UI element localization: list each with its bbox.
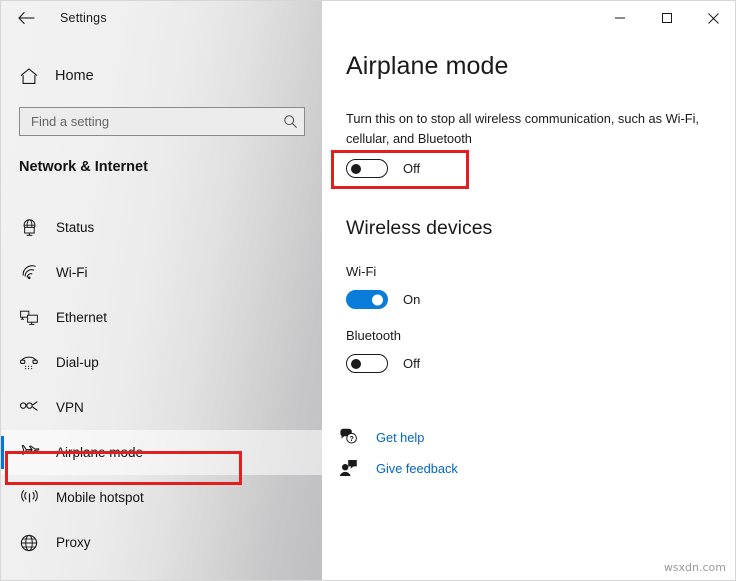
sidebar-item-dialup[interactable]: Dial-up [1,340,322,385]
get-help-link[interactable]: ? Get help [339,428,424,446]
maximize-button[interactable] [643,1,690,35]
close-icon [707,12,720,25]
bluetooth-state-label: Off [403,356,420,371]
back-button[interactable] [4,2,48,34]
back-arrow-icon [18,11,35,25]
vpn-icon [7,399,51,416]
airplane-mode-toggle[interactable] [346,159,388,178]
sidebar-item-airplane-mode[interactable]: Airplane mode [1,430,322,475]
search-input[interactable]: Find a setting [31,114,276,129]
airplane-mode-toggle-row: Off [346,159,420,178]
airplane-mode-state-label: Off [403,161,420,176]
sidebar-item-label: Airplane mode [56,445,143,460]
sidebar-item-wifi[interactable]: Wi-Fi [1,250,322,295]
wireless-devices-heading: Wireless devices [346,217,492,240]
feedback-person-icon [339,459,365,477]
watermark: wsxdn.com [664,561,726,574]
ethernet-icon [7,308,51,327]
sidebar-item-mobile-hotspot[interactable]: Mobile hotspot [1,475,322,520]
sidebar-item-label: Wi-Fi [56,265,87,280]
search-icon [276,114,304,129]
sidebar-item-ethernet[interactable]: Ethernet [1,295,322,340]
window-controls [596,1,736,35]
status-globe-icon [7,218,51,237]
help-bubble-icon: ? [339,428,365,446]
sidebar-item-vpn[interactable]: VPN [1,385,322,430]
wifi-toggle[interactable] [346,290,388,309]
give-feedback-label: Give feedback [376,461,458,476]
home-icon [7,67,51,86]
page-description: Turn this on to stop all wireless commun… [346,109,721,149]
sidebar-item-label: VPN [56,400,84,415]
toggle-knob [372,294,383,305]
proxy-globe-icon [7,533,51,553]
sidebar-category-title: Network & Internet [19,159,148,175]
wifi-device-label: Wi-Fi [346,264,376,279]
sidebar-item-label: Status [56,220,94,235]
bluetooth-toggle[interactable] [346,354,388,373]
minimize-icon [614,12,626,24]
settings-window: Settings [0,0,736,581]
bluetooth-device-label: Bluetooth [346,328,401,343]
toggle-knob [351,359,361,369]
minimize-button[interactable] [596,1,643,35]
page-title: Airplane mode [346,52,509,81]
bluetooth-toggle-row: Off [346,354,420,373]
hotspot-icon [7,488,51,507]
wifi-icon [7,263,51,282]
main-content: Airplane mode Turn this on to stop all w… [323,1,736,580]
sidebar-item-label: Mobile hotspot [56,490,144,505]
toggle-knob [351,164,361,174]
search-box[interactable]: Find a setting [19,107,305,136]
sidebar-item-label: Dial-up [56,355,99,370]
sidebar-item-status[interactable]: Status [1,205,322,250]
sidebar-nav-list: Status Wi-Fi [1,205,322,565]
sidebar-item-home[interactable]: Home [1,59,322,93]
sidebar-item-label: Ethernet [56,310,107,325]
sidebar-item-proxy[interactable]: Proxy [1,520,322,565]
app-title: Settings [60,11,107,25]
home-label: Home [55,68,94,84]
sidebar: Home Find a setting Network & Internet [1,1,322,580]
close-button[interactable] [690,1,736,35]
airplane-icon [7,443,51,463]
svg-text:?: ? [349,434,354,443]
sidebar-item-label: Proxy [56,535,91,550]
give-feedback-link[interactable]: Give feedback [339,459,458,477]
dialup-phone-icon [7,353,51,372]
wifi-toggle-row: On [346,290,420,309]
maximize-icon [661,12,673,24]
get-help-label: Get help [376,430,424,445]
wifi-state-label: On [403,292,420,307]
title-bar: Settings [1,1,736,35]
